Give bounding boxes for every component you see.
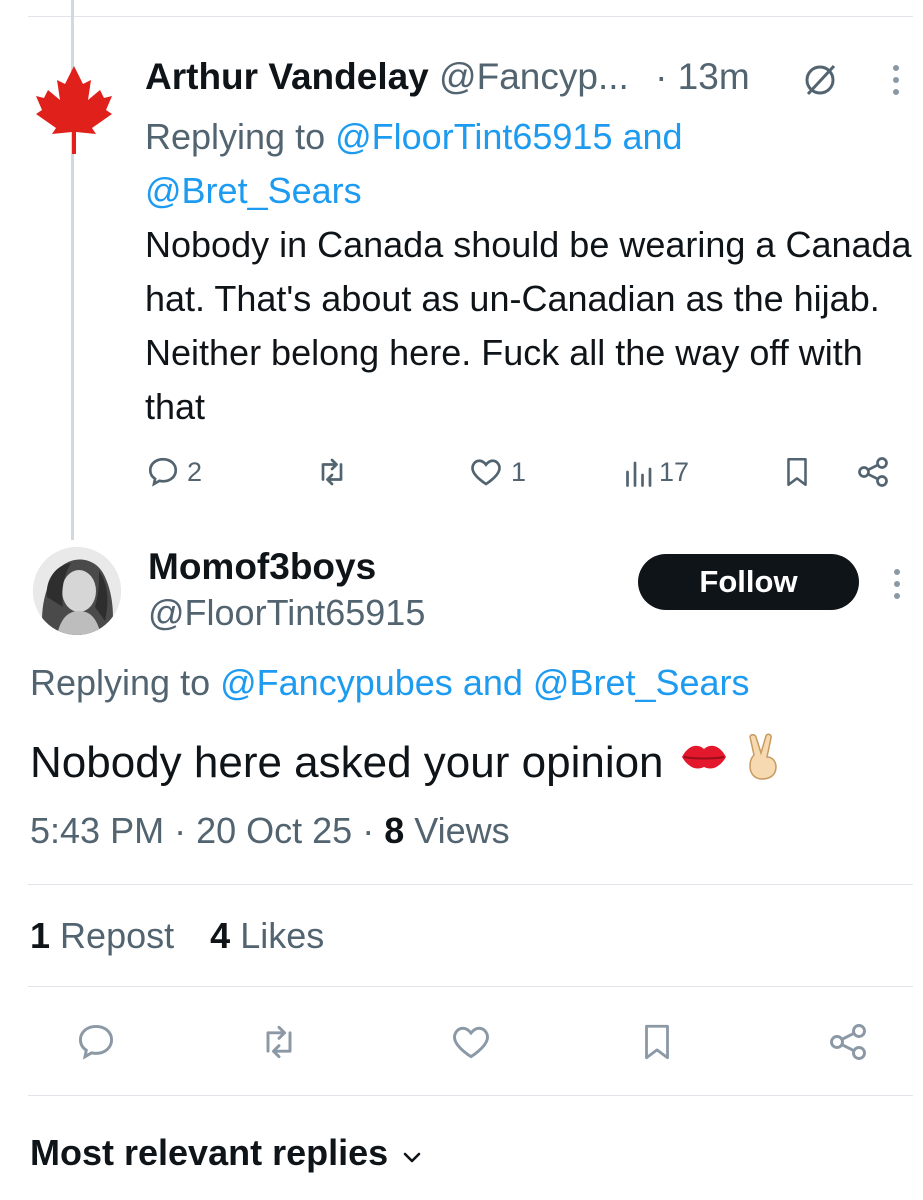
author-name[interactable]: Momof3boys	[148, 546, 376, 588]
replying-and: and	[622, 116, 683, 157]
mention-link[interactable]: @Bret_Sears	[145, 170, 362, 211]
replying-prefix: Replying to	[145, 116, 326, 157]
author-handle[interactable]: @Fancyp...	[439, 56, 629, 97]
tweet-text-row: Nobody here asked your opinion	[30, 733, 784, 792]
mention-link[interactable]: @FloorTint65915	[335, 116, 612, 157]
replying-prefix: Replying to	[30, 662, 211, 703]
views-count: 8	[384, 810, 405, 851]
stats-divider-bottom	[28, 986, 913, 987]
reply-count: 2	[187, 456, 203, 487]
thread-tweet-header: Arthur Vandelay @Fancyp... · 13m	[145, 56, 750, 98]
bookmark-icon	[636, 1019, 678, 1065]
share-icon	[826, 1020, 870, 1064]
bookmark-icon	[780, 453, 814, 491]
meta-separator: ·	[174, 810, 187, 851]
reposts-stat[interactable]: 1 Repost	[30, 915, 174, 956]
views-button[interactable]: 17	[623, 448, 689, 496]
maple-leaf-icon[interactable]	[34, 64, 114, 156]
bookmark-button[interactable]	[780, 448, 814, 496]
reposts-count: 1	[30, 915, 51, 956]
avatar[interactable]	[33, 547, 121, 635]
like-button[interactable]	[448, 1018, 494, 1066]
views-label: Views	[414, 810, 510, 851]
replying-to-line: Replying to @FloorTint65915 and @Bret_Se…	[145, 110, 785, 218]
reply-button[interactable]: 2	[145, 448, 202, 496]
likes-count: 4	[210, 915, 231, 956]
tweet-time[interactable]: · 13m	[655, 56, 750, 97]
like-count: 1	[511, 456, 527, 487]
reply-sort-dropdown[interactable]: Most relevant replies	[30, 1132, 422, 1174]
mention-link[interactable]: @Fancypubes	[220, 662, 453, 703]
more-options-icon[interactable]	[892, 64, 900, 101]
stats-divider-top	[28, 884, 913, 885]
repost-icon	[313, 454, 351, 490]
victory-hand-icon	[744, 733, 784, 792]
actions-divider	[28, 1095, 913, 1096]
chevron-down-icon	[402, 1132, 422, 1174]
replying-to-line: Replying to @Fancypubes and @Bret_Sears	[30, 662, 750, 704]
author-handle[interactable]: @FloorTint65915	[148, 592, 425, 634]
heart-icon	[467, 454, 505, 490]
likes-label: Likes	[240, 915, 325, 956]
tweet-text: Nobody in Canada should be wearing a Can…	[145, 224, 912, 427]
tweet-text: Nobody here asked your opinion	[30, 737, 664, 787]
views-chart-icon	[623, 454, 653, 490]
share-button[interactable]	[826, 1018, 870, 1066]
reposts-label: Repost	[60, 915, 175, 956]
more-options-icon[interactable]	[893, 568, 901, 605]
likes-stat[interactable]: 4 Likes	[210, 915, 324, 956]
kiss-mark-icon	[678, 737, 730, 788]
reply-icon	[74, 1020, 118, 1064]
repost-button[interactable]	[256, 1018, 302, 1066]
sort-label: Most relevant replies	[30, 1132, 389, 1173]
repost-button[interactable]	[313, 448, 351, 496]
share-button[interactable]	[855, 448, 891, 496]
heart-icon	[448, 1020, 494, 1064]
reply-icon	[145, 454, 181, 490]
circle-slash-icon	[800, 60, 840, 105]
reply-button[interactable]	[74, 1018, 118, 1066]
engagement-stats: 1 Repost 4 Likes	[30, 915, 324, 957]
author-name[interactable]: Arthur Vandelay	[145, 56, 429, 97]
meta-separator: ·	[362, 810, 375, 851]
bookmark-button[interactable]	[636, 1018, 678, 1066]
replying-and: and	[462, 662, 523, 703]
like-button[interactable]: 1	[467, 448, 526, 496]
mention-link[interactable]: @Bret_Sears	[533, 662, 750, 703]
repost-icon	[256, 1020, 302, 1064]
tweet-meta: 5:43 PM · 20 Oct 25 · 8 Views	[30, 810, 510, 852]
follow-button[interactable]: Follow	[638, 554, 859, 610]
tweet-actions-bar: 2 1 17	[145, 448, 905, 496]
tweet-time[interactable]: 5:43 PM	[30, 810, 164, 851]
share-icon	[855, 454, 891, 490]
tweet-date[interactable]: 20 Oct 25	[196, 810, 352, 851]
top-divider	[28, 16, 913, 17]
main-tweet-actions-bar	[30, 1018, 900, 1070]
views-count: 17	[659, 456, 690, 487]
